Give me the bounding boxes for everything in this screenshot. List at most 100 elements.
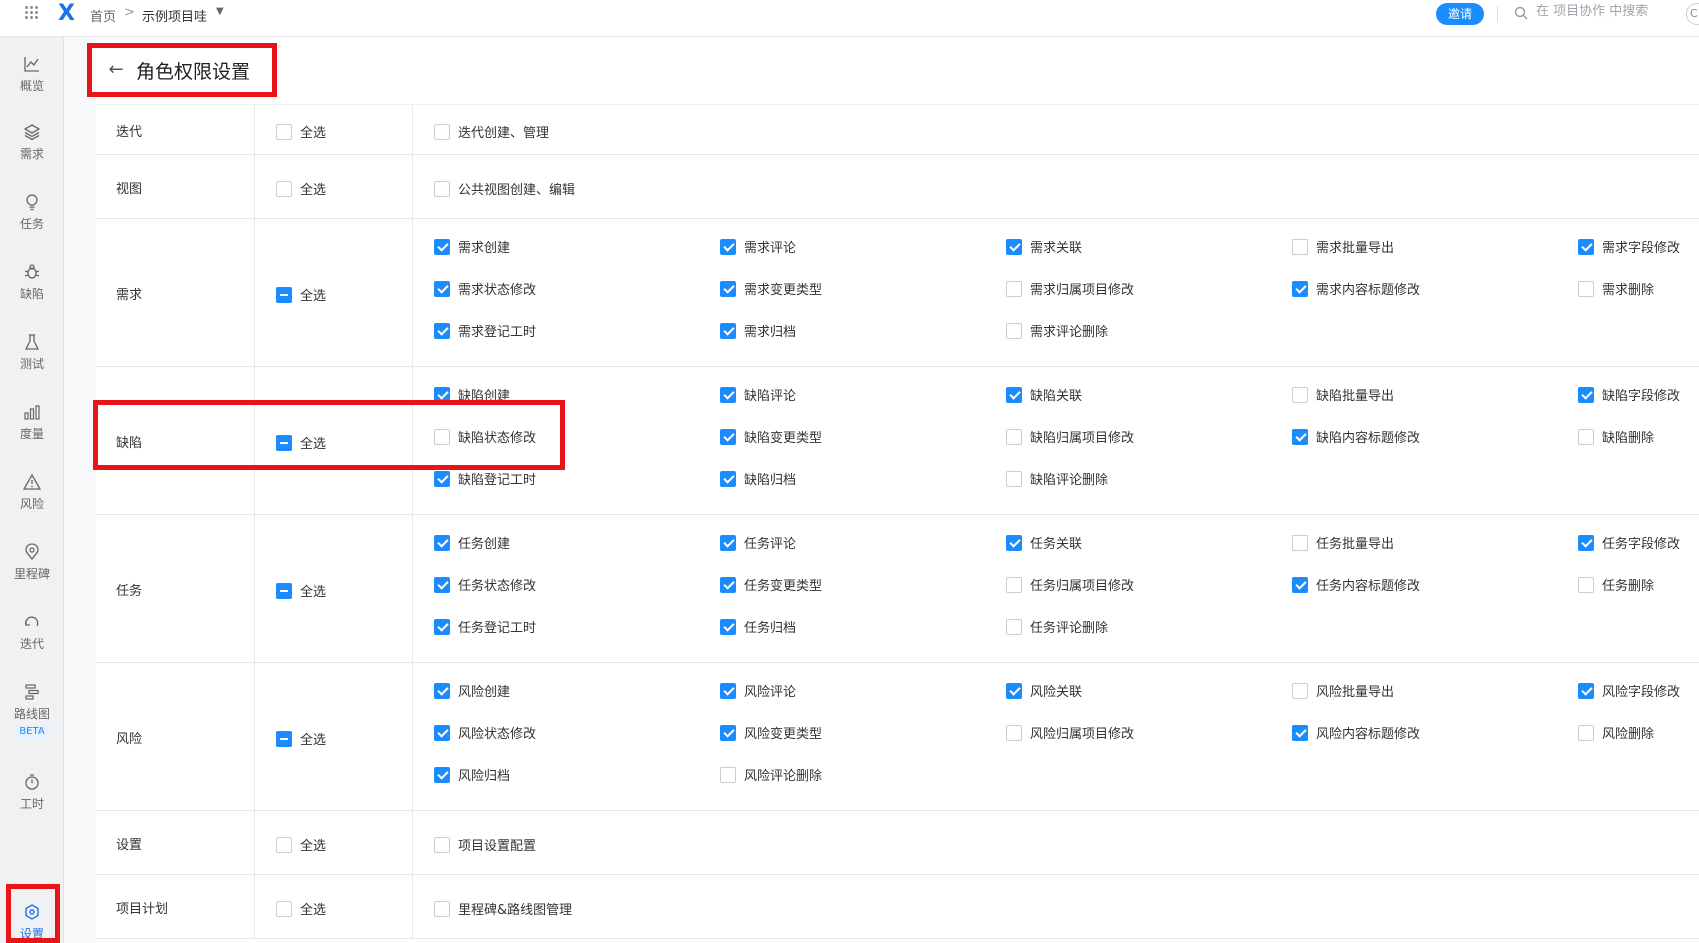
checkbox[interactable] [1292, 386, 1308, 403]
permission-checkbox[interactable]: 公共视图创建、编辑 [434, 179, 575, 198]
permission-checkbox[interactable]: 缺陷状态修改 [434, 427, 536, 446]
checkbox[interactable] [1292, 534, 1308, 551]
permission-checkbox[interactable]: 需求状态修改 [434, 279, 536, 298]
checkbox[interactable] [1006, 238, 1022, 255]
permission-checkbox[interactable]: 缺陷内容标题修改 [1292, 427, 1420, 446]
checkbox[interactable] [1578, 428, 1594, 445]
select-all-checkbox[interactable]: 全选 [276, 122, 326, 141]
permission-checkbox[interactable]: 风险关联 [1006, 681, 1082, 700]
permission-checkbox[interactable]: 任务内容标题修改 [1292, 575, 1420, 594]
checkbox[interactable] [1578, 386, 1594, 403]
checkbox[interactable] [1292, 280, 1308, 297]
checkbox[interactable] [720, 428, 736, 445]
permission-checkbox[interactable]: 缺陷批量导出 [1292, 385, 1394, 404]
nav-item-settings[interactable]: 设置 [0, 903, 64, 942]
permission-checkbox[interactable]: 任务字段修改 [1578, 533, 1680, 552]
checkbox[interactable] [1006, 280, 1022, 297]
checkbox[interactable] [1006, 322, 1022, 339]
permission-checkbox[interactable]: 风险删除 [1578, 723, 1654, 742]
checkbox[interactable] [1006, 724, 1022, 741]
permission-checkbox[interactable]: 风险状态修改 [434, 723, 536, 742]
checkbox[interactable] [1578, 238, 1594, 255]
permission-checkbox[interactable]: 缺陷删除 [1578, 427, 1654, 446]
invite-button[interactable]: 邀请 [1436, 3, 1484, 25]
permission-checkbox[interactable]: 任务变更类型 [720, 575, 822, 594]
select-all-checkbox[interactable]: 全选 [276, 835, 326, 854]
checkbox[interactable] [720, 322, 736, 339]
select-all-checkbox[interactable]: 全选 [276, 729, 326, 748]
permission-checkbox[interactable]: 缺陷创建 [434, 385, 510, 404]
permission-checkbox[interactable]: 任务状态修改 [434, 575, 536, 594]
checkbox[interactable] [434, 618, 450, 635]
checkbox[interactable] [720, 470, 736, 487]
permission-checkbox[interactable]: 风险批量导出 [1292, 681, 1394, 700]
checkbox[interactable] [1292, 724, 1308, 741]
checkbox[interactable] [1578, 724, 1594, 741]
nav-item-requirements[interactable]: 需求 [0, 123, 64, 162]
permission-checkbox[interactable]: 需求批量导出 [1292, 237, 1394, 256]
permission-checkbox[interactable]: 任务评论 [720, 533, 796, 552]
checkbox[interactable] [720, 724, 736, 741]
checkbox[interactable] [276, 123, 292, 140]
checkbox[interactable] [276, 836, 292, 853]
apps-grid-icon[interactable] [25, 6, 39, 20]
checkbox[interactable] [276, 582, 292, 599]
checkbox[interactable] [1578, 280, 1594, 297]
checkbox[interactable] [276, 730, 292, 747]
permission-checkbox[interactable]: 缺陷归档 [720, 469, 796, 488]
checkbox[interactable] [276, 286, 292, 303]
permission-checkbox[interactable]: 缺陷登记工时 [434, 469, 536, 488]
permission-checkbox[interactable]: 缺陷评论删除 [1006, 469, 1108, 488]
checkbox[interactable] [720, 682, 736, 699]
select-all-checkbox[interactable]: 全选 [276, 433, 326, 452]
checkbox[interactable] [276, 900, 292, 917]
checkbox[interactable] [720, 534, 736, 551]
checkbox[interactable] [434, 123, 450, 140]
checkbox[interactable] [720, 238, 736, 255]
select-all-checkbox[interactable]: 全选 [276, 285, 326, 304]
permission-checkbox[interactable]: 需求字段修改 [1578, 237, 1680, 256]
permission-checkbox[interactable]: 缺陷变更类型 [720, 427, 822, 446]
permission-checkbox[interactable]: 任务评论删除 [1006, 617, 1108, 636]
permission-checkbox[interactable]: 需求归档 [720, 321, 796, 340]
checkbox[interactable] [434, 682, 450, 699]
permission-checkbox[interactable]: 风险内容标题修改 [1292, 723, 1420, 742]
permission-checkbox[interactable]: 任务登记工时 [434, 617, 536, 636]
checkbox[interactable] [1292, 682, 1308, 699]
checkbox[interactable] [1006, 386, 1022, 403]
permission-checkbox[interactable]: 风险归档 [434, 765, 510, 784]
caret-down-icon[interactable]: ▼ [216, 6, 224, 17]
checkbox[interactable] [1292, 428, 1308, 445]
checkbox[interactable] [1292, 238, 1308, 255]
permission-checkbox[interactable]: 需求变更类型 [720, 279, 822, 298]
checkbox[interactable] [720, 618, 736, 635]
nav-item-risks[interactable]: 风险 [0, 473, 64, 512]
checkbox[interactable] [720, 386, 736, 403]
permission-checkbox[interactable]: 项目设置配置 [434, 835, 536, 854]
permission-checkbox[interactable]: 风险评论删除 [720, 765, 822, 784]
permission-checkbox[interactable]: 缺陷字段修改 [1578, 385, 1680, 404]
checkbox[interactable] [720, 766, 736, 783]
nav-item-roadmap[interactable]: 路线图 BETA [0, 683, 64, 739]
checkbox[interactable] [720, 576, 736, 593]
checkbox[interactable] [434, 724, 450, 741]
nav-item-metrics[interactable]: 度量 [0, 403, 64, 442]
permission-checkbox[interactable]: 需求创建 [434, 237, 510, 256]
checkbox[interactable] [1006, 428, 1022, 445]
checkbox[interactable] [434, 280, 450, 297]
permission-checkbox[interactable]: 需求评论删除 [1006, 321, 1108, 340]
checkbox[interactable] [434, 900, 450, 917]
permission-checkbox[interactable]: 需求内容标题修改 [1292, 279, 1420, 298]
breadcrumb-project[interactable]: 示例项目哇 [142, 6, 207, 25]
permission-checkbox[interactable]: 迭代创建、管理 [434, 122, 549, 141]
checkbox[interactable] [276, 434, 292, 451]
nav-item-milestones[interactable]: 里程碑 [0, 543, 64, 582]
permission-checkbox[interactable]: 里程碑&路线图管理 [434, 899, 572, 918]
checkbox[interactable] [276, 180, 292, 197]
permission-checkbox[interactable]: 缺陷评论 [720, 385, 796, 404]
checkbox[interactable] [1006, 576, 1022, 593]
nav-item-defects[interactable]: 缺陷 [0, 263, 64, 302]
permission-checkbox[interactable]: 需求删除 [1578, 279, 1654, 298]
search-input[interactable] [1536, 4, 1676, 19]
app-logo[interactable]: X [58, 2, 75, 26]
